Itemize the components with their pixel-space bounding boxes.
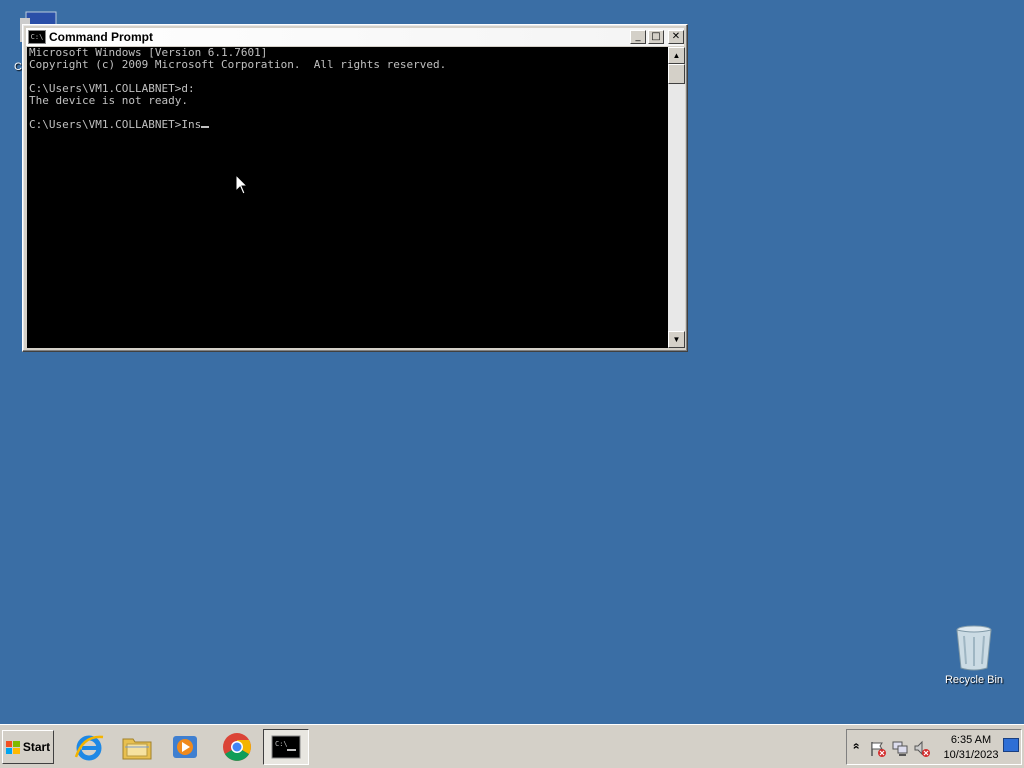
start-button[interactable]: Start	[2, 730, 54, 764]
title-bar[interactable]: C:\ Command Prompt _ □ ✕	[26, 28, 684, 46]
action-center-flag-icon[interactable]	[869, 740, 887, 758]
windows-logo-icon	[5, 740, 20, 754]
cmd-icon: C:\	[271, 735, 301, 759]
notification-area: » 6:35 AM 10/31/2023	[846, 729, 1022, 765]
taskbar-app-windows-explorer[interactable]	[114, 729, 160, 765]
desktop-icon-partial-label: C	[14, 61, 22, 73]
taskbar: Start C:\ » 6:35 AM 10/31/2023	[0, 724, 1024, 768]
console-prompt-line[interactable]: C:\Users\VM1.COLLABNET>Ins	[29, 119, 666, 131]
clock-time: 6:35 AM	[950, 734, 992, 746]
recycle-bin[interactable]: Recycle Bin	[940, 624, 1008, 686]
maximize-button[interactable]: □	[648, 30, 664, 44]
console-output[interactable]: Microsoft Windows [Version 6.1.7601] Cop…	[27, 47, 668, 348]
scroll-thumb[interactable]	[668, 64, 685, 84]
folder-icon	[122, 738, 152, 760]
console-line: Copyright (c) 2009 Microsoft Corporation…	[29, 58, 447, 71]
console-line: The device is not ready.	[29, 94, 188, 107]
scroll-down-button[interactable]: ▼	[668, 331, 685, 348]
clock-date: 10/31/2023	[943, 749, 999, 761]
ie-icon	[74, 735, 104, 761]
vertical-scrollbar[interactable]: ▲ ▼	[668, 47, 685, 348]
chrome-icon	[223, 733, 251, 761]
console-prompt-text: C:\Users\VM1.COLLABNET>Ins	[29, 118, 202, 131]
volume-muted-icon[interactable]	[913, 740, 931, 758]
close-button[interactable]: ✕	[668, 30, 684, 44]
taskbar-app-media-player[interactable]	[162, 729, 208, 765]
start-label: Start	[22, 740, 51, 754]
taskbar-app-internet-explorer[interactable]	[66, 729, 112, 765]
clock[interactable]: 6:35 AM 10/31/2023	[939, 733, 1003, 763]
scroll-up-button[interactable]: ▲	[668, 47, 685, 64]
cmd-window-icon: C:\	[28, 30, 46, 44]
taskbar-app-chrome[interactable]	[214, 729, 260, 765]
command-prompt-window[interactable]: C:\ Command Prompt _ □ ✕ Microsoft Windo…	[22, 24, 688, 352]
show-desktop-button[interactable]	[1003, 738, 1019, 752]
recycle-bin-icon	[956, 625, 992, 671]
svg-text:C:\: C:\	[275, 740, 288, 748]
mouse-pointer-icon	[235, 174, 249, 195]
recycle-bin-label: Recycle Bin	[944, 674, 1004, 686]
taskbar-app-command-prompt[interactable]: C:\	[263, 729, 309, 765]
text-cursor	[201, 126, 210, 128]
media-player-icon	[173, 736, 197, 758]
network-icon[interactable]	[891, 739, 909, 757]
show-hidden-icons-button[interactable]: »	[848, 743, 862, 750]
minimize-button[interactable]: _	[630, 30, 646, 44]
window-title: Command Prompt	[49, 30, 154, 44]
